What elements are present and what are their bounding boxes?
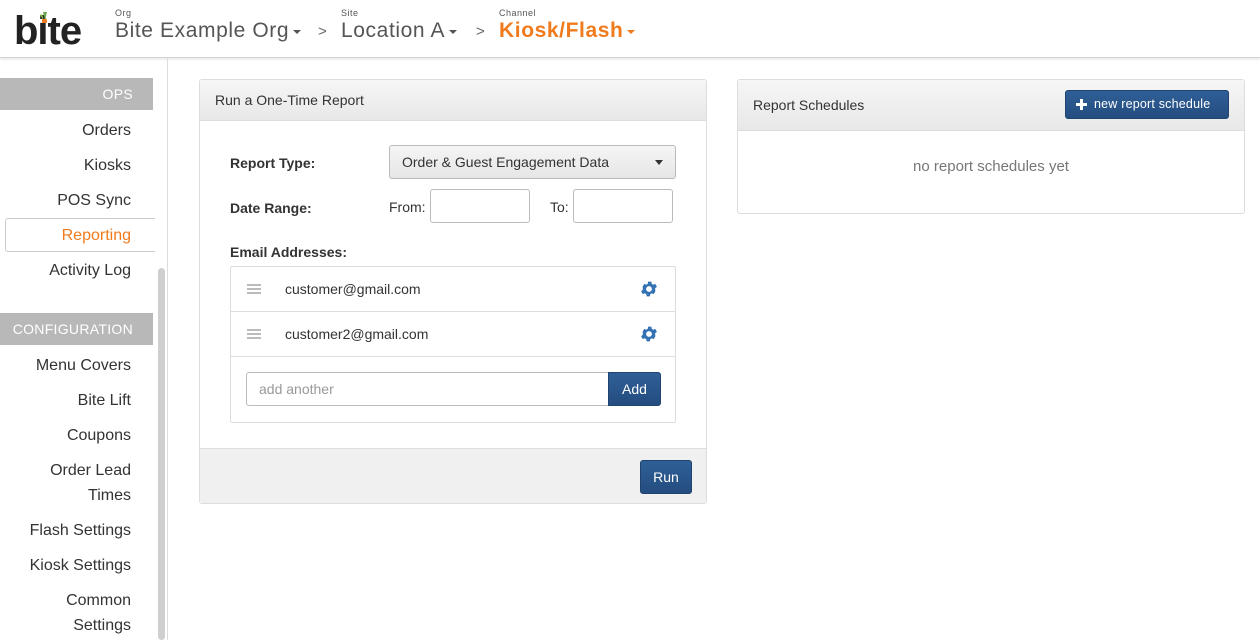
run-button[interactable]: Run [640,460,692,494]
panel-title: Run a One-Time Report [200,80,706,121]
sidebar-item-common-settings[interactable]: Common Settings [66,588,131,638]
sidebar-item-bite-lift[interactable]: Bite Lift [78,388,131,413]
bite-logo[interactable]: bite [14,6,94,52]
email-addresses-label: Email Addresses: [230,244,347,260]
report-type-value: Order & Guest Engagement Data [402,154,609,170]
empty-state-text: no report schedules yet [913,158,1069,175]
logo-text: bite [14,9,81,52]
date-range-label: Date Range: [230,200,312,216]
org-selector[interactable]: Org Bite Example Org [115,8,302,43]
sidebar-item-label: Times [88,487,131,504]
new-report-schedule-button[interactable]: new report schedule [1065,90,1229,119]
channel-value[interactable]: Kiosk/Flash [499,19,623,43]
chevron-down-icon [655,160,663,165]
from-date-input[interactable] [430,189,530,223]
sidebar-item-flash-settings[interactable]: Flash Settings [30,518,131,543]
panel-footer: Run [200,448,706,503]
sidebar-item-label: Common [66,592,131,609]
org-label: Org [115,8,132,18]
email-address: customer2@gmail.com [285,326,429,342]
org-value[interactable]: Bite Example Org [115,19,289,43]
sidebar-item-label: Order Lead [50,462,131,479]
report-type-label: Report Type: [230,155,316,171]
from-label: From: [389,199,426,215]
email-address: customer@gmail.com [285,281,421,297]
breadcrumb-separator: > [476,23,485,40]
sidebar-scrollbar[interactable] [158,268,165,640]
new-report-schedule-label: new report schedule [1094,97,1211,111]
report-type-select[interactable]: Order & Guest Engagement Data [389,145,676,179]
site-caret-icon[interactable] [449,29,458,34]
list-item: customer2@gmail.com [231,312,675,357]
drag-handle-icon[interactable] [247,284,261,295]
channel-caret-icon[interactable] [627,29,636,34]
panel-header: Report Schedules new report schedule [738,80,1244,131]
one-time-report-panel: Run a One-Time Report Report Type: Order… [199,79,707,504]
site-label: Site [341,8,359,18]
configuration-heading: CONFIGURATION [0,313,153,345]
sidebar-item-kiosk-settings[interactable]: Kiosk Settings [30,553,131,578]
panel-title: Report Schedules [753,97,865,113]
add-email-button[interactable]: Add [608,372,661,406]
top-bar: bite Org Bite Example Org > Site Locatio… [0,0,1260,58]
sidebar-item-kiosks[interactable]: Kiosks [84,153,131,178]
breadcrumb-separator: > [318,23,327,40]
sidebar-item-activity-log[interactable]: Activity Log [49,258,131,283]
site-selector[interactable]: Site Location A [341,8,458,43]
add-email-input[interactable] [246,372,609,406]
sidebar-item-label: Settings [73,617,131,634]
to-label: To: [550,199,569,215]
site-value[interactable]: Location A [341,19,445,43]
report-schedules-panel: Report Schedules new report schedule no … [737,79,1245,214]
gear-icon[interactable] [639,279,659,299]
sidebar-item-pos-sync[interactable]: POS Sync [57,188,131,213]
sidebar-item-menu-covers[interactable]: Menu Covers [36,353,131,378]
email-list: customer@gmail.com customer2@gmail.com A… [230,266,676,423]
list-item: customer@gmail.com [231,267,675,312]
sidebar-item-coupons[interactable]: Coupons [67,423,131,448]
ops-heading: OPS [0,78,153,110]
sidebar: OPS Orders Kiosks POS Sync Reporting Act… [0,58,168,640]
channel-selector[interactable]: Channel Kiosk/Flash [499,8,636,43]
to-date-input[interactable] [573,189,673,223]
plus-icon [1076,99,1087,110]
gear-icon[interactable] [639,324,659,344]
drag-handle-icon[interactable] [247,329,261,340]
sidebar-item-reporting[interactable]: Reporting [62,223,131,248]
sidebar-item-orders[interactable]: Orders [82,118,131,143]
channel-label: Channel [499,8,537,18]
sidebar-item-order-lead-times[interactable]: Order Lead Times [50,458,131,508]
org-caret-icon[interactable] [293,29,302,34]
